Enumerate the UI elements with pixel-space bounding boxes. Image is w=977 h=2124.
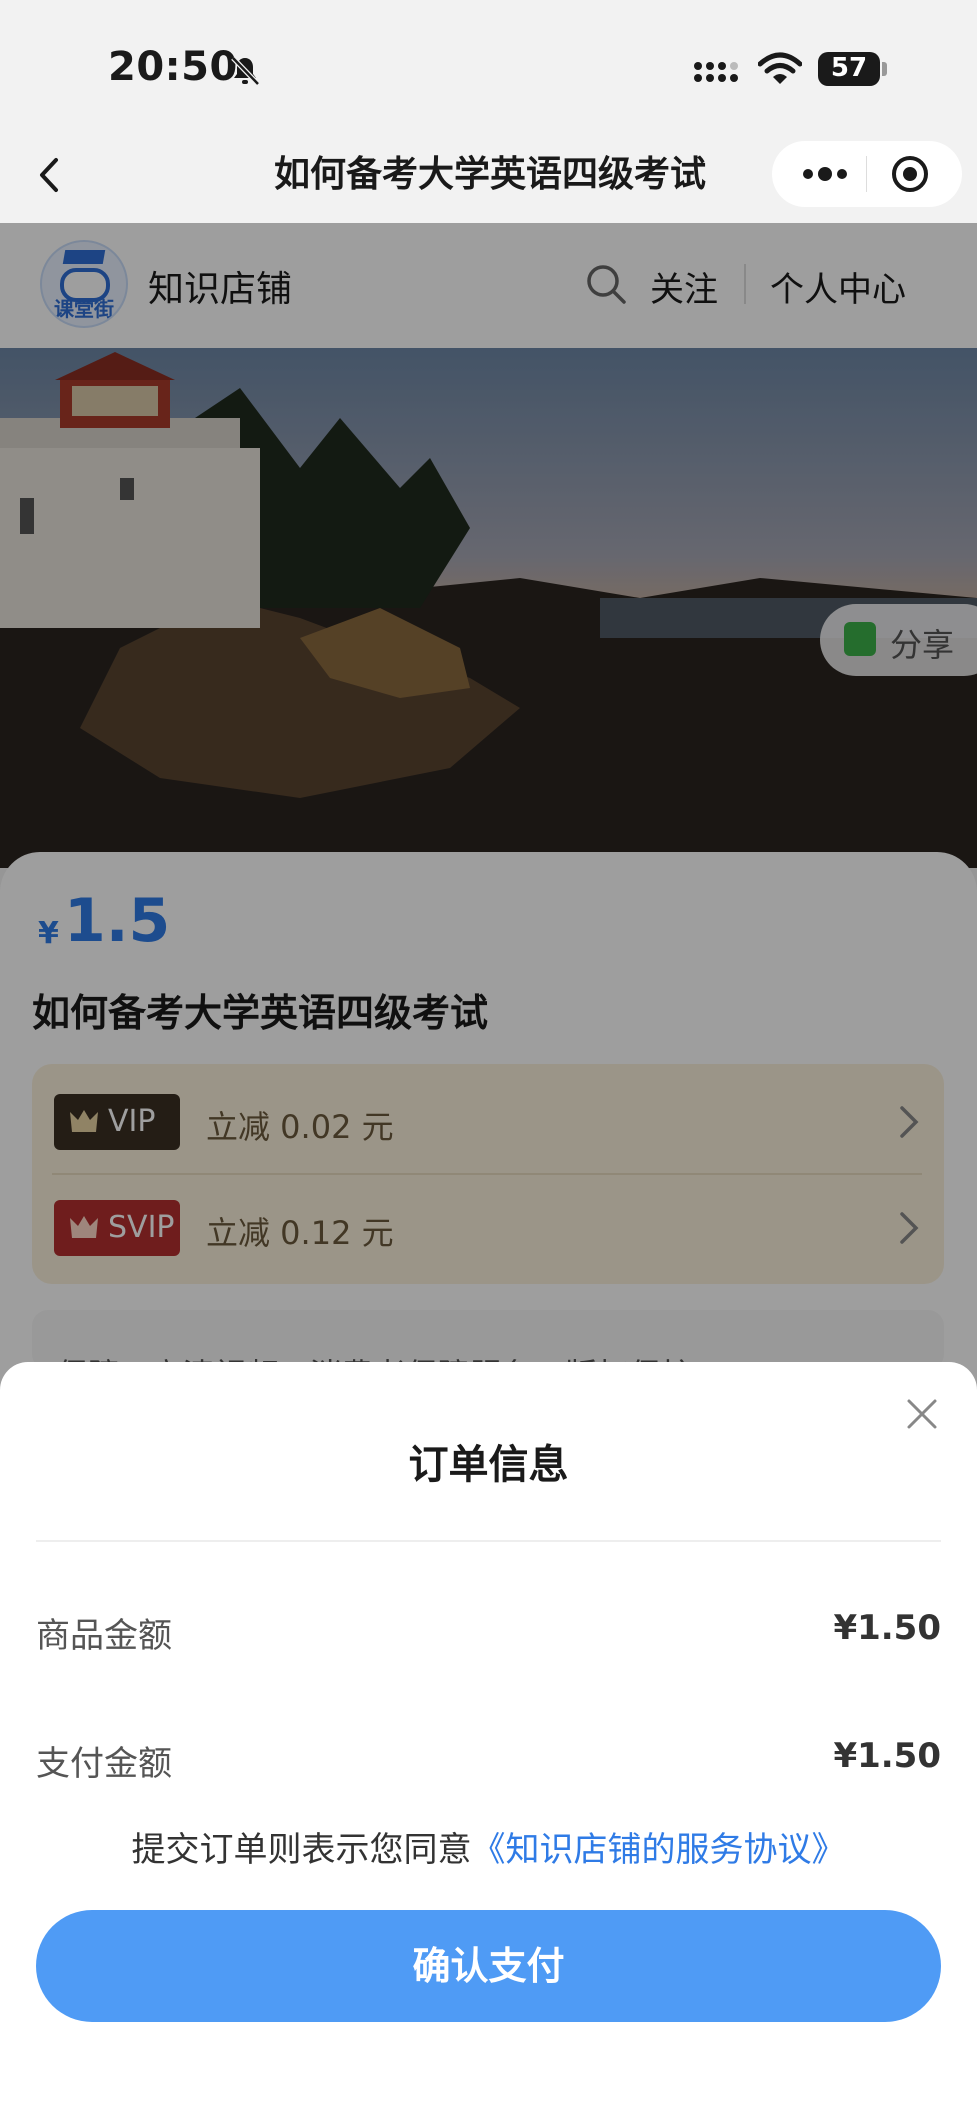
wifi-icon — [758, 52, 802, 84]
service-agreement-link[interactable]: 《知识店铺的服务协议》 — [472, 1830, 846, 1870]
agreement-notice: 提交订单则表示您同意《知识店铺的服务协议》 — [0, 1822, 977, 1871]
page-title: 如何备考大学英语四级考试 — [273, 154, 706, 195]
capsule-divider — [866, 156, 867, 192]
pay-amount-value: ¥1.50 — [833, 1736, 941, 1776]
back-icon[interactable] — [30, 150, 70, 200]
pay-amount-label: 支付金额 — [36, 1744, 172, 1784]
close-mini-program-icon[interactable] — [890, 154, 930, 194]
battery-icon: 57 — [818, 52, 880, 86]
battery-level: 57 — [830, 53, 868, 83]
item-amount-label: 商品金额 — [36, 1616, 172, 1656]
agreement-prefix: 提交订单则表示您同意 — [131, 1830, 472, 1870]
cellular-signal-icon — [694, 62, 738, 82]
sheet-divider — [36, 1540, 941, 1542]
item-amount-value: ¥1.50 — [833, 1608, 941, 1648]
confirm-pay-button[interactable]: 确认支付 — [36, 1910, 941, 2022]
bell-muted-icon — [231, 56, 260, 86]
battery-tip — [882, 62, 887, 76]
sheet-title: 订单信息 — [408, 1442, 569, 1488]
more-icon[interactable] — [790, 148, 860, 200]
status-time: 20:50 — [108, 44, 238, 90]
close-icon[interactable] — [904, 1396, 940, 1432]
